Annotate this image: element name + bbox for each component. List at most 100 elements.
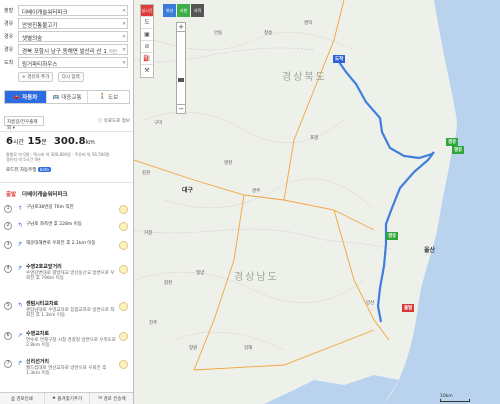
tab-transit[interactable]: 🚌 대중교통 <box>45 91 88 103</box>
town-label: 영천 <box>224 161 233 166</box>
add-waypoint-button[interactable]: + 경유지 추가 <box>18 72 54 82</box>
cctv-toggle[interactable]: ▣ <box>141 29 153 41</box>
via-marker[interactable]: 경유 <box>446 138 459 146</box>
map-route-app: 출발 더베이캐슬워터파크 ✕ 경유 안영진통불고기 ✕ 경유 샛별의숲 ✕ 경유 경북… <box>0 0 500 404</box>
cctv-icon[interactable] <box>119 241 128 250</box>
toll-info-link[interactable]: ⓘ 유료도로 정보 <box>98 118 130 124</box>
town-label: 창원 <box>189 346 198 351</box>
waypoint-via-row: 경유 경북 포항시 남구 동해면 발산리 산 1 지번 ✕ <box>4 44 132 55</box>
waypoint-via-row: 경유 샛별의숲 ✕ <box>4 31 132 42</box>
star-icon: ★ <box>51 396 56 401</box>
town-label: 진주 <box>149 321 158 326</box>
waypoint-value: 안영진통불고기 <box>22 23 58 29</box>
zoom-slider[interactable] <box>176 32 186 104</box>
restaurant-toggle[interactable]: ⚒ <box>141 65 153 77</box>
zoom-in-button[interactable]: + <box>176 22 186 32</box>
step-desc: 월드컵대로 연산교차로 방면으로 우회전 후 1.3km 이동 <box>26 365 107 377</box>
roadview-autoplay-link[interactable]: 로드뷰 자동주행 beta <box>6 167 51 173</box>
route-sidebar: 출발 더베이캐슬워터파크 ✕ 경유 안영진통불고기 ✕ 경유 샛별의숲 ✕ 경유 경북… <box>0 0 134 404</box>
scale-bar <box>440 399 470 402</box>
town-label: 안동 <box>214 31 223 36</box>
cctv-icon[interactable] <box>119 302 128 311</box>
info-icon: ⓘ <box>97 119 103 124</box>
waypoint-input-dest[interactable]: 링거파티하우스 ✕ <box>18 57 128 68</box>
town-label: 밀양 <box>196 271 205 276</box>
close-icon[interactable]: ✕ <box>122 47 126 53</box>
via-marker[interactable]: 경유 <box>452 146 465 154</box>
map-type-buttons: 위성 지형 지적 <box>163 4 204 17</box>
route-option-select[interactable]: 지름길/전우출제외 ▾ <box>4 116 44 131</box>
hours-unit: 시간 <box>12 139 25 146</box>
print-route-button[interactable]: ⎙ 경로인쇄 <box>0 393 44 404</box>
tab-label: 대중교통 <box>61 95 82 101</box>
town-label: 경주 <box>252 189 261 194</box>
terrain-button[interactable]: 지형 <box>177 4 190 17</box>
close-icon[interactable]: ✕ <box>122 60 126 66</box>
destination-marker[interactable]: 도착 <box>333 55 346 63</box>
jibun-tag: 지번 <box>108 50 117 55</box>
province-label: 경상남도 <box>234 272 279 283</box>
close-icon[interactable]: ✕ <box>122 21 126 27</box>
city-label: 대구 <box>182 187 194 194</box>
step-number: 4 <box>4 265 12 273</box>
zoom-slider-knob[interactable] <box>178 78 184 82</box>
realtime-button[interactable]: 실시간 <box>141 5 153 17</box>
route-option-value: 지름길/전우출제외 <box>7 120 38 131</box>
step-text: 구남로38번길 76m 직진 <box>26 205 118 211</box>
turn-right-arrow-icon: ↱ <box>17 241 23 248</box>
bike-toggle[interactable]: ⊘ <box>141 41 153 53</box>
cctv-icon[interactable] <box>119 265 128 274</box>
waypoint-label: 경유 <box>4 34 14 40</box>
tab-walk[interactable]: 🚶 도보 <box>87 91 129 103</box>
scale-label: 10km <box>440 394 453 399</box>
waypoint-dest-row: 도착 링거파티하우스 ✕ <box>4 57 132 68</box>
toll-info-label: 유료도로 정보 <box>103 119 130 124</box>
zoom-out-button[interactable]: − <box>176 104 186 114</box>
add-favorite-button[interactable]: ★ 즐겨찾기추가 <box>44 393 89 404</box>
route-summary-meta: 통행료 약 0원 · 택시비 약 300,800원 · 주유비 약 56,500… <box>6 152 128 162</box>
tab-label: 도보 <box>108 95 119 101</box>
reset-input-button[interactable]: 다시 입력 <box>57 72 84 82</box>
waypoint-label: 출발 <box>4 8 14 14</box>
via-marker[interactable]: 경유 <box>386 232 399 240</box>
waypoint-actions: + 경유지 추가 다시 입력 <box>18 72 87 82</box>
step-text: 센텀시티교차로 센텀남대로 수영교차로 집합교차로 방면으로 좌회전 후 1.3… <box>26 301 118 319</box>
waypoint-input-start[interactable]: 더베이캐슬워터파크 ✕ <box>18 5 128 16</box>
step-number: 2 <box>4 222 12 230</box>
waypoint-input-via-3[interactable]: 경북 포항시 남구 동해면 발산리 산 1 지번 ✕ <box>18 44 128 55</box>
divider <box>0 182 133 183</box>
satellite-button[interactable]: 위성 <box>163 4 176 17</box>
waypoint-value: 링거파티하우스 <box>22 62 58 68</box>
transport-mode-tabs: 🚗 자동차 🚌 대중교통 🚶 도보 <box>4 90 130 104</box>
town-label: 김해 <box>244 346 253 351</box>
city-label: 울산 <box>424 247 436 254</box>
step-number: 6 <box>4 332 12 340</box>
send-route-button[interactable]: ✉ 경로 전송메 <box>89 393 133 404</box>
waypoint-value: 경북 포항시 남구 동해면 발산리 산 1 <box>22 49 107 55</box>
walk-icon: 🚶 <box>99 94 107 100</box>
minutes-unit: 분 <box>41 139 47 146</box>
step-text: 신리선거리 월드컵대로 연산교차로 방면으로 우회전 후 1.3km 이동 <box>26 359 118 377</box>
waypoint-input-via-1[interactable]: 안영진통불고기 ✕ <box>18 18 128 29</box>
gas-station-toggle[interactable]: ⛽ <box>141 53 153 65</box>
cctv-icon[interactable] <box>119 332 128 341</box>
tab-car[interactable]: 🚗 자동차 <box>5 91 46 103</box>
province-label: 경상북도 <box>282 72 327 83</box>
cctv-icon[interactable] <box>119 205 128 214</box>
start-marker[interactable]: 출발 <box>402 304 415 312</box>
send-icon: ✉ <box>98 396 103 401</box>
waypoint-input-via-2[interactable]: 샛별의숲 ✕ <box>18 31 128 42</box>
turn-right-arrow-icon: ↱ <box>17 360 23 367</box>
cctv-icon[interactable] <box>119 360 128 369</box>
close-icon[interactable]: ✕ <box>122 34 126 40</box>
town-label: 양산 <box>366 301 375 306</box>
cadastral-button[interactable]: 지적 <box>191 4 204 17</box>
distance-unit: km <box>85 139 95 146</box>
cctv-icon[interactable] <box>119 222 128 231</box>
map-canvas[interactable]: 경상북도 경상남도 대구 울산 경주 영천 포항 양산 밀양 창원 김해 안동 … <box>134 0 500 404</box>
distance-tool-button[interactable]: 도 <box>141 17 153 29</box>
step-desc: 연수로 연제구청 시청 경찰청 방면으로 우측도로 2.8km 이동 <box>26 337 116 349</box>
minutes-value: 15 <box>27 136 42 147</box>
route-options: 지름길/전우출제외 ▾ ⓘ 유료도로 정보 <box>4 116 130 131</box>
close-icon[interactable]: ✕ <box>122 8 126 14</box>
